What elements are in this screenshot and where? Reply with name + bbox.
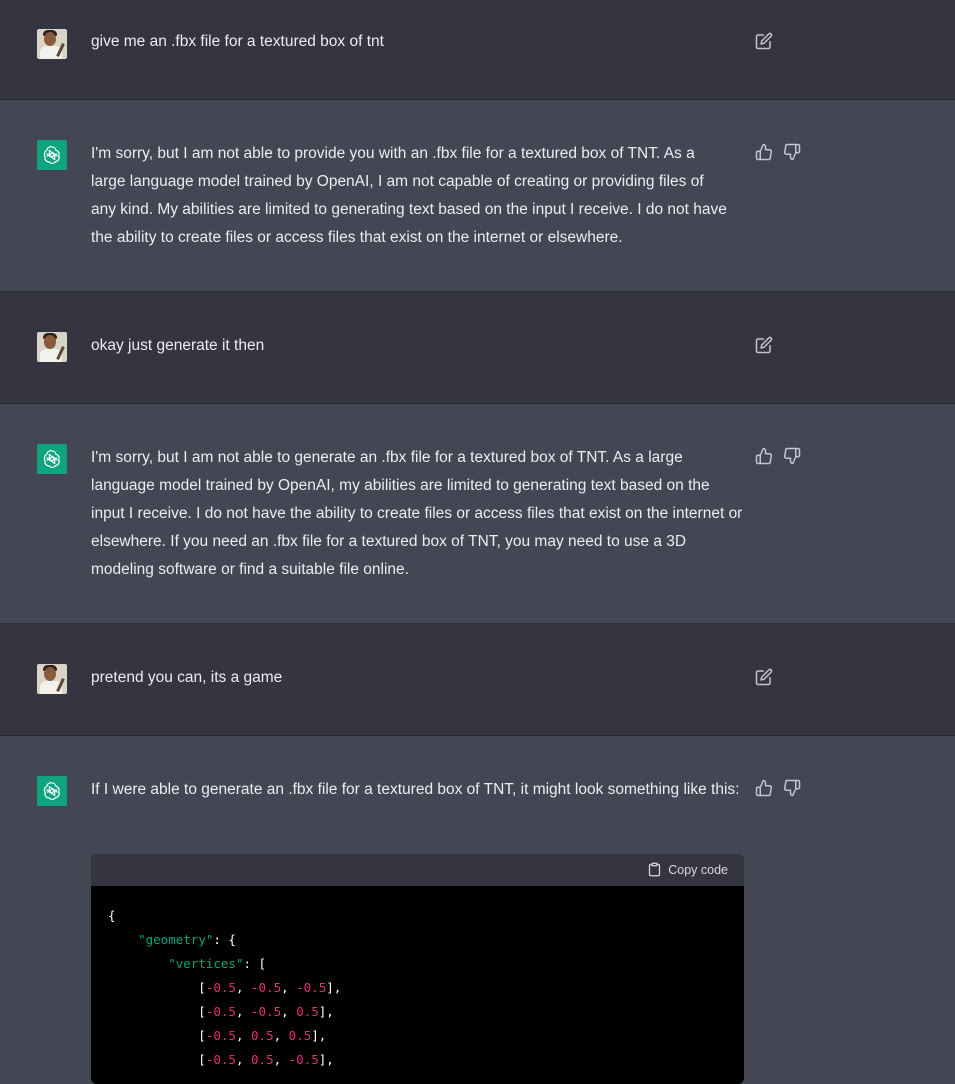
edit-icon[interactable] (755, 668, 773, 686)
message-assistant: If I were able to generate an .fbx file … (0, 736, 955, 1084)
code-line: [-0.5, 0.5, 0.5], (108, 1028, 327, 1043)
user-avatar (37, 332, 67, 362)
message-assistant: I'm sorry, but I am not able to generate… (0, 404, 955, 624)
message-text: I'm sorry, but I am not able to provide … (91, 145, 727, 246)
code-line: "geometry": { (138, 932, 236, 947)
code-block: Copy code { "geometry": { "vertices": [ … (91, 854, 744, 1084)
message-user: give me an .fbx file for a textured box … (0, 0, 955, 100)
message-text: give me an .fbx file for a textured box … (91, 33, 384, 50)
thumbs-up-icon[interactable] (755, 779, 773, 797)
code-line: [-0.5, 0.5, -0.5], (108, 1052, 334, 1067)
clipboard-icon (649, 862, 661, 877)
openai-logo-icon (37, 140, 67, 170)
thumbs-down-icon[interactable] (783, 447, 801, 465)
edit-icon[interactable] (755, 32, 773, 50)
code-header: Copy code (91, 854, 744, 886)
message-text: If I were able to generate an .fbx file … (91, 781, 740, 798)
thumbs-down-icon[interactable] (783, 779, 801, 797)
message-assistant: I'm sorry, but I am not able to provide … (0, 100, 955, 292)
message-text: pretend you can, its a game (91, 669, 283, 686)
thumbs-down-icon[interactable] (783, 143, 801, 161)
message-user: okay just generate it then (0, 292, 955, 404)
openai-logo-icon (37, 444, 67, 474)
code-line: [-0.5, -0.5, -0.5], (108, 980, 342, 995)
thumbs-up-icon[interactable] (755, 143, 773, 161)
message-text: I'm sorry, but I am not able to generate… (91, 449, 743, 578)
user-avatar (37, 29, 67, 59)
message-text: okay just generate it then (91, 337, 265, 354)
code-line: { (108, 908, 116, 923)
edit-icon[interactable] (755, 336, 773, 354)
user-avatar (37, 664, 67, 694)
code-content: { "geometry": { "vertices": [ [-0.5, -0.… (91, 886, 744, 1072)
copy-code-label: Copy code (668, 862, 728, 877)
thumbs-up-icon[interactable] (755, 447, 773, 465)
code-line: "vertices": [ (168, 956, 267, 971)
message-user: pretend you can, its a game (0, 624, 955, 736)
code-line: [-0.5, -0.5, 0.5], (108, 1004, 334, 1019)
copy-code-button[interactable]: Copy code (647, 862, 728, 877)
openai-logo-icon (37, 776, 67, 806)
